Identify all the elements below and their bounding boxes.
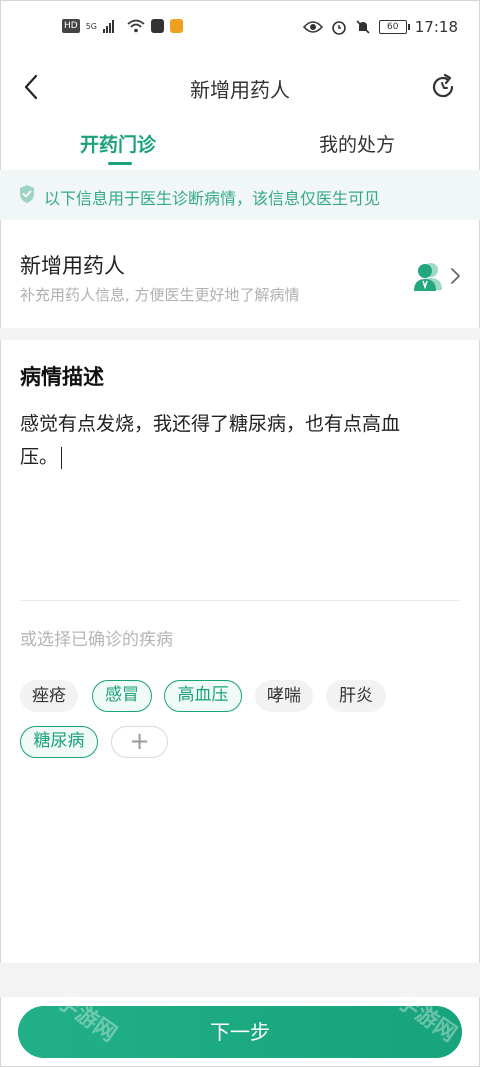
shield-check-icon [20, 185, 34, 203]
add-patient-subtitle: 补充用药人信息, 方便医生更好地了解病情 [20, 286, 300, 304]
disease-chip-diabetes[interactable]: 糖尿病 [20, 726, 98, 758]
add-patient-row[interactable]: 新增用药人 补充用药人信息, 方便医生更好地了解病情 [0, 220, 480, 328]
disease-chip-cold[interactable]: 感冒 [92, 680, 152, 712]
disease-chip-acne[interactable]: 痤疮 [20, 680, 78, 712]
description-line-2: 压。 [20, 446, 59, 468]
add-patient-title: 新增用药人 [20, 254, 125, 278]
patient-avatar-icon [414, 263, 442, 291]
app-icon [151, 19, 164, 33]
page-title: 新增用药人 [190, 78, 290, 102]
status-right: 60 17:18 [302, 18, 458, 36]
text-cursor [61, 446, 63, 469]
divider [20, 600, 460, 601]
tab-prescribe-clinic[interactable]: 开药门诊 [80, 130, 156, 157]
tab-bar: 开药门诊 我的处方 [0, 118, 480, 170]
nav-bar: 新增用药人 [0, 58, 480, 118]
status-time: 17:18 [414, 18, 458, 36]
chevron-right-icon [451, 268, 460, 284]
condition-description-title: 病情描述 [20, 365, 104, 389]
add-disease-button[interactable]: + [111, 726, 168, 758]
signal-icon [103, 19, 121, 33]
network-label: 5G [85, 21, 97, 31]
wifi-icon [127, 19, 145, 33]
section-separator [0, 328, 480, 340]
status-left: HD 5G [62, 19, 183, 33]
privacy-notice: 以下信息用于医生诊断病情，该信息仅医生可见 [0, 170, 480, 220]
active-tab-indicator [108, 162, 132, 165]
alarm-icon [331, 21, 346, 35]
disease-chip-hepatitis[interactable]: 肝炎 [326, 680, 386, 712]
battery-icon: 60 [378, 20, 410, 34]
eye-icon [302, 21, 323, 33]
privacy-notice-text: 以下信息用于医生诊断病情，该信息仅医生可见 [44, 189, 381, 208]
tab-my-prescriptions[interactable]: 我的处方 [319, 130, 395, 157]
hd-badge-icon: HD [62, 19, 80, 33]
status-bar: HD 5G 60 17:18 [0, 0, 480, 58]
diagnosed-disease-label: 或选择已确诊的疾病 [20, 630, 173, 650]
condition-description-input[interactable]: 感觉有点发烧，我还得了糖尿病，也有点高血 压。 [20, 408, 460, 474]
mute-icon [356, 20, 370, 34]
app-icon [170, 19, 183, 33]
disease-chip-asthma[interactable]: 哮喘 [255, 680, 313, 712]
description-line-1: 感觉有点发烧，我还得了糖尿病，也有点高血 [20, 413, 401, 435]
disease-chip-hypertension[interactable]: 高血压 [164, 680, 242, 712]
refresh-icon[interactable] [428, 72, 458, 102]
